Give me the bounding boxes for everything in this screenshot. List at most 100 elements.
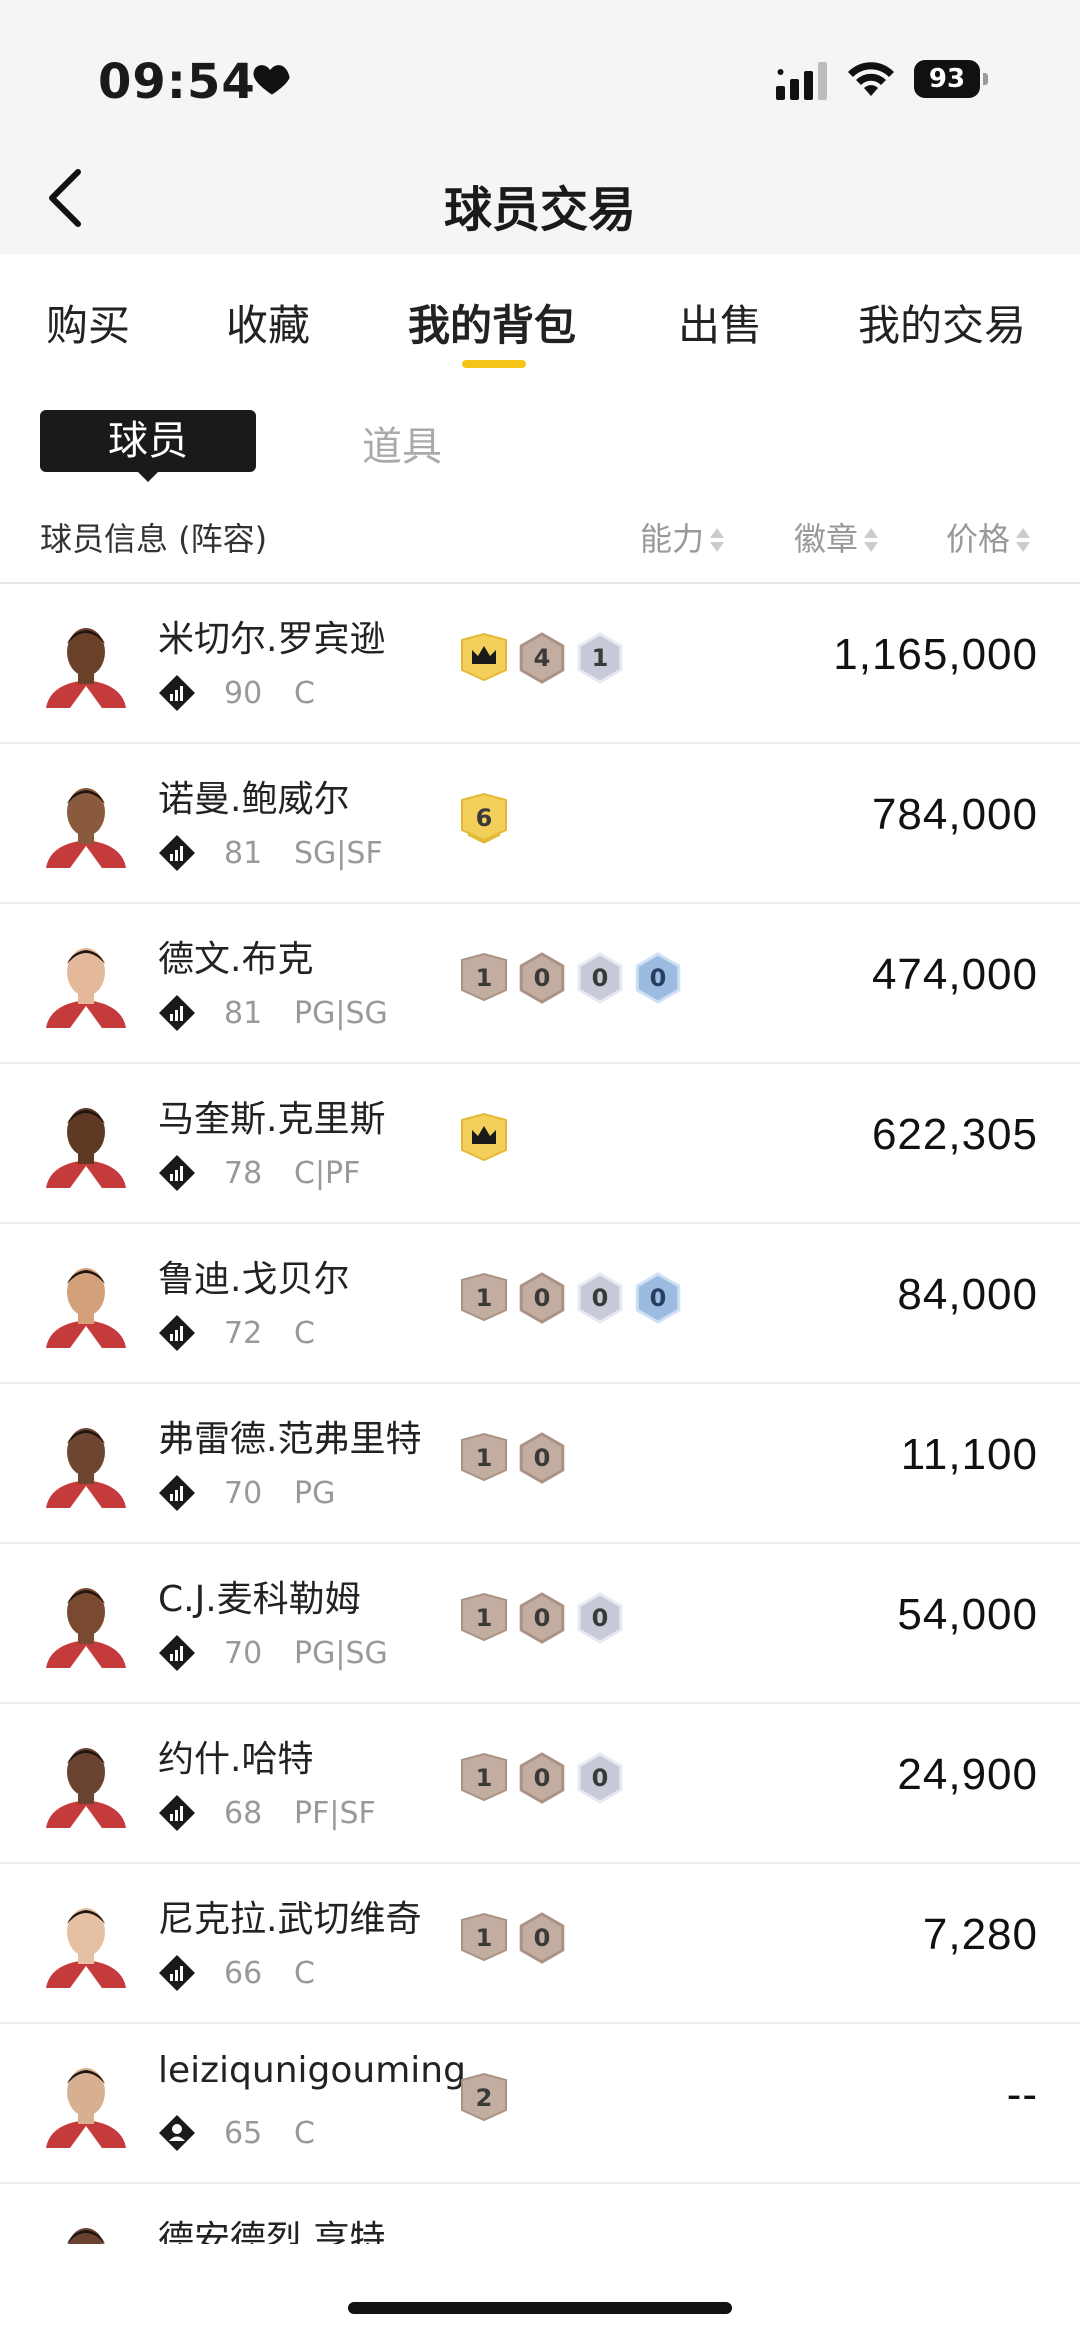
player-rating: 81 bbox=[224, 996, 263, 1031]
player-name: leiziqunigouming bbox=[158, 2050, 466, 2091]
home-indicator bbox=[348, 2302, 732, 2314]
player-rating: 78 bbox=[224, 1156, 263, 1191]
tab-sell[interactable]: 出售 bbox=[678, 292, 762, 353]
segment-player[interactable]: 球员 bbox=[40, 410, 256, 472]
player-price: 11,100 bbox=[900, 1430, 1038, 1479]
badge-bronze-icon: 0 bbox=[519, 1272, 565, 1324]
badge-label: 0 bbox=[534, 1604, 551, 1632]
player-price: 54,000 bbox=[897, 1590, 1038, 1639]
badge-gold-number-icon: 6 bbox=[461, 792, 507, 844]
player-name: C.J.麦科勒姆 bbox=[158, 1579, 361, 1620]
player-avatar bbox=[40, 1094, 132, 1188]
player-name: 鲁迪.戈贝尔 bbox=[158, 1259, 350, 1300]
badge-bronze-icon: 0 bbox=[519, 1752, 565, 1804]
cellular-signal-icon bbox=[776, 62, 827, 100]
badge-bronze-hex-icon: 1 bbox=[461, 1592, 507, 1642]
player-row[interactable]: 尼克拉.武切维奇 66 C 1 0 7,280 bbox=[0, 1864, 1080, 2024]
wifi-icon bbox=[848, 62, 894, 96]
badge-label: 0 bbox=[534, 964, 551, 992]
badge-silver-icon: 0 bbox=[577, 952, 623, 1004]
status-bar: 09:54 93 bbox=[0, 0, 1080, 150]
player-name: 弗雷德.范弗里特 bbox=[158, 1419, 422, 1460]
player-name: 米切尔.罗宾逊 bbox=[158, 619, 386, 660]
badge-label: 1 bbox=[476, 1444, 493, 1472]
player-name: 马奎斯.克里斯 bbox=[158, 1099, 386, 1140]
chart-icon bbox=[159, 1955, 195, 1991]
heart-icon bbox=[253, 65, 290, 95]
chart-icon bbox=[159, 1795, 195, 1831]
tab-my-trades[interactable]: 我的交易 bbox=[858, 292, 1026, 353]
badge-label: 0 bbox=[650, 964, 667, 992]
badge-silver-icon: 0 bbox=[577, 1752, 623, 1804]
player-row[interactable]: 德文.布克 81 PG|SG 1 0 0 0 474,000 bbox=[0, 904, 1080, 1064]
player-row[interactable]: 鲁迪.戈贝尔 72 C 1 0 0 0 84,000 bbox=[0, 1224, 1080, 1384]
column-badge-label: 徽章 bbox=[794, 520, 859, 558]
player-price: 24,900 bbox=[897, 1750, 1038, 1799]
badge-bronze-hex-icon: 1 bbox=[461, 952, 507, 1002]
player-position: C bbox=[294, 676, 315, 711]
tab-buy[interactable]: 购买 bbox=[46, 292, 130, 353]
badge-label: 2 bbox=[476, 2084, 493, 2112]
badge-bronze-hex-icon: 1 bbox=[461, 1912, 507, 1962]
active-tab-indicator bbox=[462, 360, 526, 368]
player-avatar bbox=[40, 1894, 132, 1988]
player-rating: 70 bbox=[224, 1476, 263, 1511]
column-price[interactable]: 价格 bbox=[946, 514, 1031, 560]
player-price: 1,165,000 bbox=[833, 630, 1038, 679]
player-row[interactable]: C.J.麦科勒姆 70 PG|SG 1 0 0 54,000 bbox=[0, 1544, 1080, 1704]
tab-favorites[interactable]: 收藏 bbox=[226, 292, 310, 353]
sort-icon bbox=[710, 528, 725, 554]
badge-silver-icon: 0 bbox=[577, 1592, 623, 1644]
player-avatar bbox=[40, 1254, 132, 1348]
segment-pointer bbox=[136, 470, 160, 482]
player-rating: 70 bbox=[224, 1636, 263, 1671]
page-title: 球员交易 bbox=[443, 182, 636, 238]
player-row[interactable]: 米切尔.罗宾逊 90 C 4 1 1,165,000 bbox=[0, 584, 1080, 744]
player-price: 474,000 bbox=[871, 950, 1038, 999]
player-position: PG|SG bbox=[294, 996, 388, 1031]
player-row[interactable]: 弗雷德.范弗里特 70 PG 1 0 11,100 bbox=[0, 1384, 1080, 1544]
player-position: SG|SF bbox=[294, 836, 383, 871]
badge-label: 0 bbox=[650, 1284, 667, 1312]
badge-blue-icon: 0 bbox=[635, 1272, 681, 1324]
badge-label: 1 bbox=[592, 644, 609, 672]
player-price: 622,305 bbox=[871, 1110, 1038, 1159]
segment-item[interactable]: 道具 bbox=[362, 414, 442, 472]
badge-bronze-number-icon: 2 bbox=[461, 2072, 507, 2122]
chart-icon bbox=[159, 995, 195, 1031]
player-avatar bbox=[40, 614, 132, 708]
player-position: C bbox=[294, 1956, 315, 1991]
column-header: 球员信息 (阵容) 能力 徽章 价格 bbox=[0, 500, 1080, 584]
player-name: 诺曼.鲍威尔 bbox=[158, 779, 350, 820]
column-info: 球员信息 (阵容) bbox=[40, 520, 268, 558]
badge-label: 4 bbox=[534, 644, 551, 672]
column-price-label: 价格 bbox=[946, 520, 1011, 558]
badge-crown-gold-icon bbox=[461, 632, 507, 682]
player-avatar bbox=[40, 1414, 132, 1508]
player-position: C bbox=[294, 1316, 315, 1351]
player-avatar bbox=[40, 774, 132, 868]
player-row[interactable]: leiziqunigouming 65 C 2 -- bbox=[0, 2024, 1080, 2184]
player-rating: 90 bbox=[224, 676, 263, 711]
player-position: PG|SG bbox=[294, 1636, 388, 1671]
player-rating: 68 bbox=[224, 1796, 263, 1831]
player-row[interactable]: 诺曼.鲍威尔 81 SG|SF 6 784,000 bbox=[0, 744, 1080, 904]
badge-label: 1 bbox=[476, 964, 493, 992]
player-avatar bbox=[40, 934, 132, 1028]
column-badge[interactable]: 徽章 bbox=[794, 514, 879, 560]
player-row[interactable]: 马奎斯.克里斯 78 C|PF 622,305 bbox=[0, 1064, 1080, 1224]
badge-bronze-hex-icon: 1 bbox=[461, 1272, 507, 1322]
badge-label: 0 bbox=[534, 1284, 551, 1312]
player-row[interactable]: 约什.哈特 68 PF|SF 1 0 0 24,900 bbox=[0, 1704, 1080, 1864]
player-name: 德安德烈.亨特 bbox=[158, 2219, 386, 2244]
badge-label: 1 bbox=[476, 1604, 493, 1632]
badge-bronze-hex-icon: 1 bbox=[461, 1432, 507, 1482]
player-name: 约什.哈特 bbox=[158, 1739, 314, 1780]
player-rating: 66 bbox=[224, 1956, 263, 1991]
player-price: 84,000 bbox=[897, 1270, 1038, 1319]
player-position: C|PF bbox=[294, 1156, 361, 1191]
column-ability[interactable]: 能力 bbox=[640, 514, 725, 560]
badge-label: 6 bbox=[476, 804, 493, 832]
player-row[interactable]: 德安德烈.亨特 bbox=[0, 2184, 1080, 2244]
tab-my-bag[interactable]: 我的背包 bbox=[408, 292, 576, 353]
